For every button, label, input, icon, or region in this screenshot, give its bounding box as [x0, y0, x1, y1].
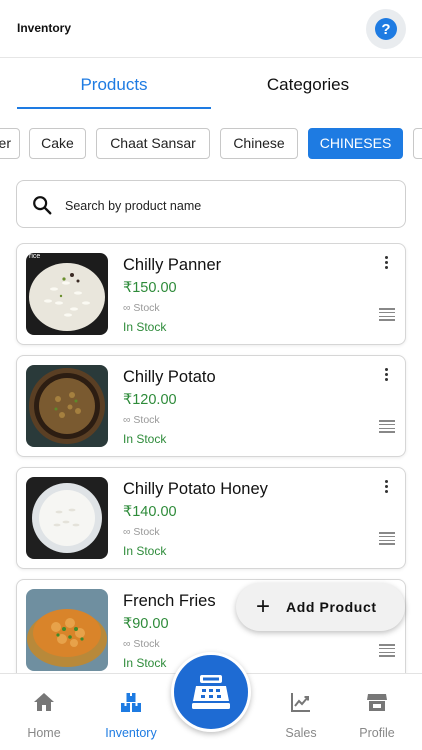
store-icon [367, 694, 387, 711]
stock-quantity: ∞ Stock [123, 414, 160, 426]
product-image: rice [26, 253, 108, 335]
help-button[interactable]: ? [366, 9, 406, 49]
nav-home[interactable]: Home [9, 690, 79, 740]
tab-products[interactable]: Products [17, 75, 211, 95]
nav-profile-label: Profile [359, 726, 395, 740]
product-image [26, 365, 108, 447]
more-options-icon[interactable] [381, 478, 391, 498]
product-price: ₹120.00 [123, 392, 177, 408]
help-icon: ? [375, 18, 397, 40]
product-name: Chilly Potato Honey [123, 480, 268, 498]
drag-handle-icon[interactable] [379, 532, 395, 545]
app-header: Inventory ? [0, 0, 422, 58]
stock-status: In Stock [123, 432, 167, 446]
product-price: ₹140.00 [123, 504, 177, 520]
category-chip-cake[interactable]: Cake [29, 128, 86, 159]
home-icon [34, 693, 54, 711]
nav-inventory-label: Inventory [105, 726, 157, 740]
product-image [26, 477, 108, 559]
tab-categories[interactable]: Categories [211, 75, 405, 95]
drag-handle-icon[interactable] [379, 644, 395, 657]
category-chip-chaat-sansar[interactable]: Chaat Sansar [96, 128, 210, 159]
category-filter-row: er Cake Chaat Sansar Chinese CHINESES [0, 128, 422, 160]
drag-handle-icon[interactable] [379, 308, 395, 321]
add-product-label: Add Product [286, 599, 377, 615]
product-name: Chilly Panner [123, 256, 222, 274]
add-product-button[interactable]: + Add Product [236, 583, 405, 631]
search-input[interactable]: Search by product name [65, 199, 201, 213]
product-image [26, 589, 108, 671]
category-chip-chinese[interactable]: Chinese [220, 128, 298, 159]
stock-status: In Stock [123, 320, 167, 334]
stock-quantity: ∞ Stock [123, 638, 160, 650]
category-chip-chineses[interactable]: CHINESES [308, 128, 403, 159]
nav-home-label: Home [27, 726, 61, 740]
tab-bar: Products Categories [0, 58, 422, 110]
cash-register-icon [192, 675, 230, 709]
product-card[interactable]: Chilly Potato Honey ₹140.00 ∞ Stock In S… [16, 467, 406, 569]
nav-profile[interactable]: Profile [342, 690, 412, 740]
drag-handle-icon[interactable] [379, 420, 395, 433]
inventory-icon [121, 693, 141, 712]
category-chip[interactable]: er [0, 128, 20, 159]
nav-sales-label: Sales [285, 726, 317, 740]
product-name: French Fries [123, 592, 216, 610]
search-icon [33, 196, 52, 215]
stock-quantity: ∞ Stock [123, 526, 160, 538]
nav-inventory[interactable]: Inventory [96, 690, 166, 740]
stock-status: In Stock [123, 656, 167, 670]
product-price: ₹90.00 [123, 616, 169, 632]
search-bar[interactable]: Search by product name [16, 180, 406, 228]
category-chip[interactable] [413, 128, 422, 159]
product-name: Chilly Potato [123, 368, 216, 386]
sales-chart-icon [291, 693, 310, 712]
pos-register-button[interactable] [171, 652, 251, 732]
active-tab-indicator [17, 107, 211, 109]
more-options-icon[interactable] [381, 366, 391, 386]
stock-quantity: ∞ Stock [123, 302, 160, 314]
product-card[interactable]: Chilly Potato ₹120.00 ∞ Stock In Stock [16, 355, 406, 457]
stock-status: In Stock [123, 544, 167, 558]
image-caption: rice [29, 253, 41, 260]
plus-icon: + [256, 593, 271, 620]
nav-sales[interactable]: Sales [266, 690, 336, 740]
page-title: Inventory [17, 21, 72, 35]
product-price: ₹150.00 [123, 280, 177, 296]
product-card[interactable]: rice Chilly Panner ₹150.00 ∞ Stock In St… [16, 243, 406, 345]
more-options-icon[interactable] [381, 254, 391, 274]
